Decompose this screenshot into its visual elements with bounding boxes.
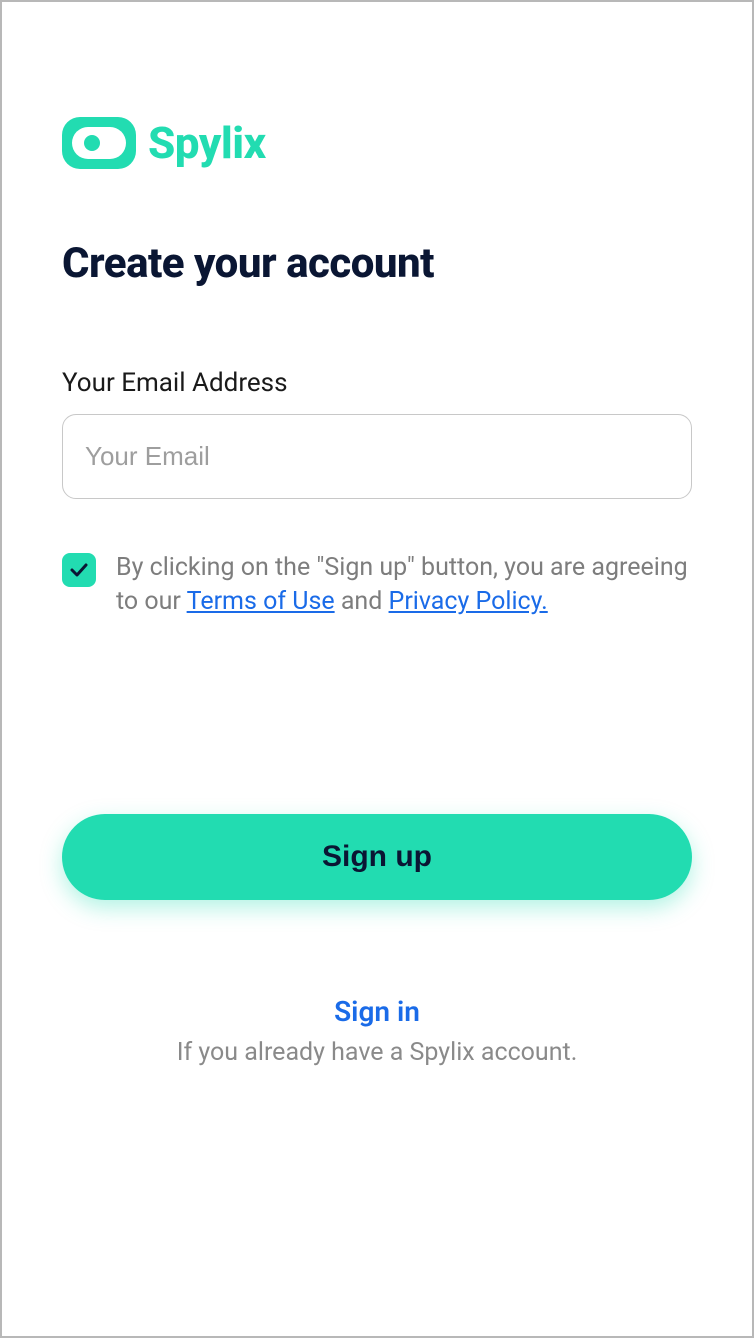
brand-name: Spylix [148, 117, 266, 169]
signin-block: Sign in If you already have a Spylix acc… [62, 995, 692, 1067]
privacy-policy-link[interactable]: Privacy Policy. [389, 587, 548, 616]
email-label: Your Email Address [62, 368, 692, 398]
email-input[interactable] [62, 414, 692, 499]
email-field-group: Your Email Address [62, 368, 692, 499]
brand-logo: Spylix [62, 117, 692, 169]
agree-checkbox[interactable] [62, 553, 96, 587]
terms-agree-row: By clicking on the "Sign up" button, you… [62, 551, 692, 619]
page-title: Create your account [62, 239, 692, 288]
spylix-logo-icon [62, 117, 136, 169]
checkmark-icon [69, 560, 89, 580]
terms-of-use-link[interactable]: Terms of Use [187, 587, 335, 616]
agree-mid: and [341, 587, 389, 616]
agree-text: By clicking on the "Sign up" button, you… [116, 551, 692, 619]
signin-subtext: If you already have a Spylix account. [62, 1038, 692, 1067]
signin-link[interactable]: Sign in [62, 995, 692, 1028]
signup-button[interactable]: Sign up [62, 814, 692, 900]
